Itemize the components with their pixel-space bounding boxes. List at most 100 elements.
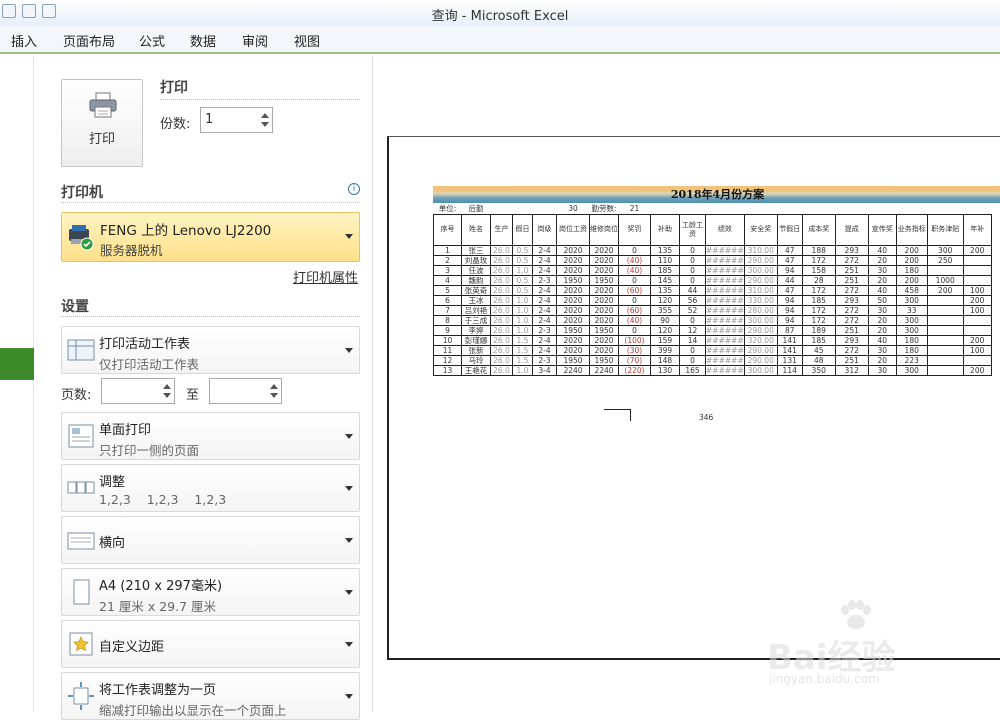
table-cell: 13 <box>433 364 462 376</box>
table-cell: 0 <box>618 274 651 286</box>
increment-icon[interactable] <box>270 384 278 389</box>
meta-cell: 30 <box>568 204 578 214</box>
column-header: 年补 <box>962 213 992 246</box>
table-cell: 30 <box>867 264 897 276</box>
sides-dropdown[interactable]: 单面打印 只打印一侧的页面 <box>61 412 360 460</box>
table-cell: 159 <box>650 334 680 346</box>
table-cell: 158 <box>801 264 836 276</box>
divider <box>61 316 360 317</box>
tab-formulas[interactable]: 公式 <box>139 31 165 50</box>
table-cell: 165 <box>679 364 706 376</box>
table-cell: ###### <box>705 244 745 256</box>
print-button[interactable]: 打印 <box>61 79 143 167</box>
table-cell <box>962 264 992 276</box>
pages-from-input[interactable] <box>101 378 175 404</box>
table-cell <box>926 344 964 356</box>
table-cell: 2020 <box>556 244 590 256</box>
meta-cell <box>744 204 777 214</box>
tab-insert[interactable]: 插入 <box>11 31 37 50</box>
table-cell: ###### <box>705 284 745 296</box>
scaling-dropdown[interactable]: 将工作表调整为一页 缩减打印输出以显示在一个页面上 <box>61 672 360 720</box>
table-cell: 50 <box>867 294 897 306</box>
info-icon[interactable]: i <box>348 183 360 195</box>
table-cell: 310.00 <box>743 284 778 296</box>
table-row: 4 魏韵 26.0 0.5 2-3 1950 1950 0 145 0 ###### 290.00 44… <box>433 274 992 286</box>
column-header: 岗位工资 <box>556 213 590 246</box>
table-cell: 30 <box>867 304 897 316</box>
table-cell: 189 <box>801 324 836 336</box>
table-cell: ###### <box>705 324 745 336</box>
divider <box>160 99 360 100</box>
table-cell: 5 <box>433 284 462 296</box>
table-cell: 44 <box>776 274 803 286</box>
pages-to-input[interactable] <box>209 378 282 404</box>
table-cell: 0 <box>618 244 651 256</box>
table-cell: 30 <box>867 344 897 356</box>
margins-dropdown[interactable]: 自定义边距 <box>61 620 360 668</box>
scaling-title: 将工作表调整为一页 <box>99 683 217 698</box>
orientation-dropdown[interactable]: 横向 <box>61 516 360 564</box>
decrement-icon[interactable] <box>261 122 269 127</box>
decrement-icon[interactable] <box>270 393 278 398</box>
table-cell: 40 <box>867 284 897 296</box>
table-cell: 2-4 <box>532 244 557 256</box>
table-cell: 10 <box>433 334 462 346</box>
table-cell: 40 <box>867 334 897 346</box>
table-cell: ###### <box>705 344 745 356</box>
table-cell: 141 <box>776 334 803 346</box>
table-cell: 293 <box>834 334 869 346</box>
table-cell <box>926 364 964 376</box>
table-row: 1 张三 26.0 0.5 2-4 2020 2020 0 135 0 ###### 310.00 47… <box>433 244 992 256</box>
paper-size-sub: 21 厘米 x 29.7 厘米 <box>99 599 217 614</box>
table-cell: 20 <box>867 354 897 366</box>
increment-icon[interactable] <box>261 113 269 118</box>
printer-dropdown[interactable]: FENG 上的 Lenovo LJ2200 服务器脱机 <box>61 212 360 262</box>
collate-dropdown[interactable]: 调整 1,2,3 1,2,3 1,2,3 <box>61 464 360 512</box>
table-cell: 26.0 <box>490 264 513 276</box>
table-cell: (100) <box>618 334 651 346</box>
table-cell: 王艳花 <box>461 364 491 376</box>
table-cell: 26.0 <box>490 294 513 306</box>
table-cell: (220) <box>618 364 651 376</box>
table-cell: ###### <box>705 264 745 276</box>
table-cell: 彭瑾娜 <box>461 334 491 346</box>
table-cell: 141 <box>776 344 803 356</box>
print-button-label: 打印 <box>88 132 115 147</box>
tab-page-layout[interactable]: 页面布局 <box>63 31 115 50</box>
table-cell: ###### <box>705 354 745 366</box>
print-scope-dropdown[interactable]: 打印活动工作表 仅打印活动工作表 <box>61 326 360 374</box>
paper-size-dropdown[interactable]: A4 (210 x 297毫米) 21 厘米 x 29.7 厘米 <box>61 568 360 616</box>
column-header: 成本奖 <box>801 213 836 246</box>
settings-section-title: 设置 <box>61 299 89 315</box>
increment-icon[interactable] <box>163 384 171 389</box>
table-cell: (60) <box>618 304 651 316</box>
paper-size-title: A4 (210 x 297毫米) <box>99 579 223 594</box>
table-cell: 11 <box>433 344 462 356</box>
tab-view[interactable]: 视图 <box>294 31 320 50</box>
preview-page: 2018年4月份方案 单位: 后勤 30 勤劳数: 21 序号 姓名 生产 假日 岗级 岗位工资 维修… <box>387 136 1000 660</box>
meta-cell <box>651 204 680 214</box>
tab-review[interactable]: 审阅 <box>242 31 268 50</box>
copies-stepper[interactable]: 1 <box>200 107 273 133</box>
table-cell: 33 <box>895 304 928 316</box>
table-cell: 200 <box>962 334 992 346</box>
chevron-down-icon <box>345 590 353 595</box>
table-cell: 2020 <box>589 284 619 296</box>
table-cell <box>962 254 992 266</box>
table-cell: 251 <box>834 324 869 336</box>
decrement-icon[interactable] <box>163 393 171 398</box>
table-cell: (40) <box>618 254 651 266</box>
table-cell: ###### <box>705 334 745 346</box>
table-cell: 45 <box>801 344 836 356</box>
table-cell: 李婷 <box>461 324 491 336</box>
table-cell: 355 <box>650 304 680 316</box>
selected-nav-indicator <box>0 348 46 380</box>
table-cell: 0.5 <box>512 274 533 286</box>
table-cell: 350 <box>801 364 836 376</box>
to-label: 至 <box>186 388 200 403</box>
printer-properties-link[interactable]: 打印机属性 <box>293 267 358 286</box>
table-cell: 44 <box>679 284 706 296</box>
tab-data[interactable]: 数据 <box>190 31 216 50</box>
meta-cell <box>680 204 706 214</box>
print-scope-title: 打印活动工作表 <box>99 337 191 352</box>
